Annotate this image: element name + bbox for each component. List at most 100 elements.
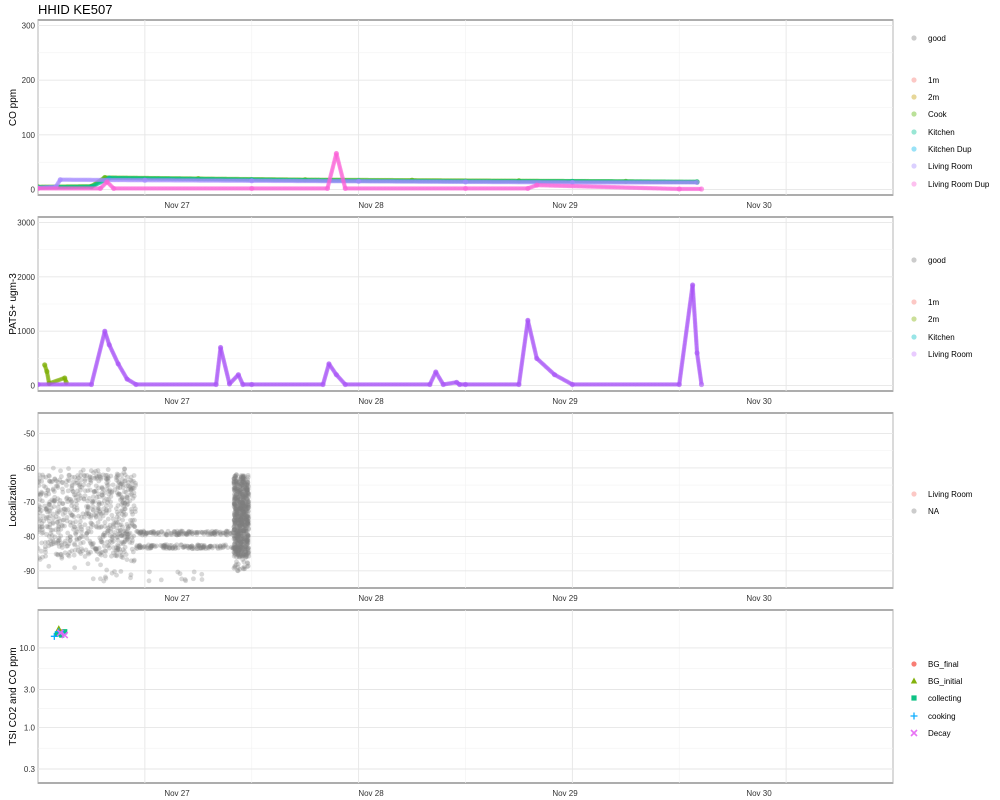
- point-na: [99, 501, 105, 506]
- point-na: [152, 544, 158, 550]
- point-na: [92, 489, 97, 495]
- legend: good1m2mCookKitchenKitchen DupLiving Roo…: [911, 34, 990, 189]
- point-na: [82, 554, 88, 559]
- point-living-room: [690, 282, 696, 288]
- point-na: [87, 477, 93, 483]
- point-na: [189, 529, 194, 535]
- legend-label: NA: [928, 507, 940, 516]
- point-na: [115, 511, 121, 517]
- legend-label: 1m: [928, 76, 939, 85]
- point-na: [112, 530, 118, 535]
- y-tick-label: -70: [23, 498, 35, 507]
- point-living-room: [427, 381, 433, 388]
- point-na: [66, 466, 71, 471]
- point-na: [42, 546, 48, 552]
- point-na: [100, 472, 106, 478]
- point-living-room: [320, 381, 326, 388]
- point-na: [72, 547, 78, 553]
- point-na: [69, 484, 75, 489]
- point-na: [46, 563, 52, 569]
- point-na: [117, 550, 123, 555]
- point-na: [92, 498, 97, 504]
- x-tick-label: Nov 29: [552, 594, 578, 603]
- point-na: [100, 540, 105, 545]
- point-living-room: [433, 369, 439, 375]
- point-na: [190, 576, 196, 582]
- legend-label: Living Room Dup: [928, 180, 990, 189]
- point-na: [38, 557, 43, 562]
- point-na: [220, 530, 226, 536]
- point-na: [64, 482, 69, 488]
- point-na: [235, 568, 240, 573]
- legend-label: Kitchen: [928, 128, 955, 137]
- point-na: [114, 572, 119, 578]
- legend: good1m2mKitchenLiving Room: [911, 256, 973, 359]
- point-na: [99, 492, 105, 498]
- point-living-room: [88, 381, 95, 388]
- point-na: [199, 577, 205, 582]
- panel-1: 0100200300Nov 27 Nov 28 Nov 29 Nov 30CO ppm…: [8, 19, 990, 210]
- point-na: [72, 542, 77, 548]
- point-na: [43, 493, 49, 498]
- legend-key-2m: [911, 316, 917, 322]
- point-living-room: [226, 381, 233, 387]
- point-na: [147, 569, 152, 575]
- point-na: [84, 530, 90, 536]
- point-na: [137, 530, 143, 536]
- point-na: [201, 542, 207, 548]
- point-na: [234, 492, 239, 498]
- legend-key-decay: [910, 729, 918, 737]
- x-tick-label: Nov 30: [746, 789, 772, 798]
- point-na: [118, 522, 124, 528]
- point-na: [82, 522, 88, 528]
- point-na: [66, 472, 72, 478]
- point-na: [65, 535, 71, 541]
- point-na: [39, 490, 45, 496]
- point-na: [233, 506, 239, 512]
- y-tick-label: 1000: [17, 327, 35, 336]
- point-living-room: [698, 381, 705, 388]
- point-na: [166, 544, 172, 550]
- point-na: [121, 470, 127, 475]
- point-living-room: [462, 381, 469, 388]
- point-living-room: [57, 177, 63, 183]
- legend-key-kitchen-dup: [911, 146, 917, 152]
- point-na: [62, 523, 67, 529]
- legend-label: Living Room: [928, 490, 973, 499]
- point-na: [77, 522, 83, 528]
- point-na: [44, 532, 49, 537]
- point-na: [53, 514, 59, 520]
- x-tick-label: Nov 27: [164, 201, 190, 210]
- point-na: [96, 506, 102, 512]
- point-living-room-dup: [38, 185, 41, 192]
- point-na: [175, 569, 181, 575]
- point-na: [159, 529, 165, 534]
- y-tick-label: -60: [23, 464, 35, 473]
- point-na: [96, 525, 102, 530]
- point-living-room-dup: [249, 185, 255, 192]
- legend-key-living-room: [911, 351, 917, 357]
- y-tick-label: -90: [23, 567, 35, 576]
- point-na: [44, 506, 50, 512]
- legend-label: 1m: [928, 298, 939, 307]
- point-living-room: [676, 381, 682, 388]
- point-na: [105, 478, 111, 484]
- point-na: [38, 483, 42, 488]
- x-tick-label: Nov 30: [746, 594, 772, 603]
- point-living-room-dup: [534, 182, 540, 188]
- point-living-room: [534, 355, 540, 361]
- point-living-room: [249, 178, 255, 184]
- point-na: [53, 551, 59, 557]
- point-na: [238, 553, 244, 558]
- point-na: [50, 520, 56, 525]
- point-living-room: [440, 381, 446, 388]
- point-living-room-dup: [698, 186, 705, 192]
- legend-label: Living Room: [928, 162, 973, 171]
- point-na: [233, 473, 239, 479]
- x-tick-label: Nov 29: [552, 397, 578, 406]
- point-na: [58, 468, 63, 474]
- x-tick-label: Nov 29: [552, 789, 578, 798]
- point-living-room: [240, 381, 246, 388]
- point-na: [126, 479, 131, 485]
- point-na: [246, 526, 252, 532]
